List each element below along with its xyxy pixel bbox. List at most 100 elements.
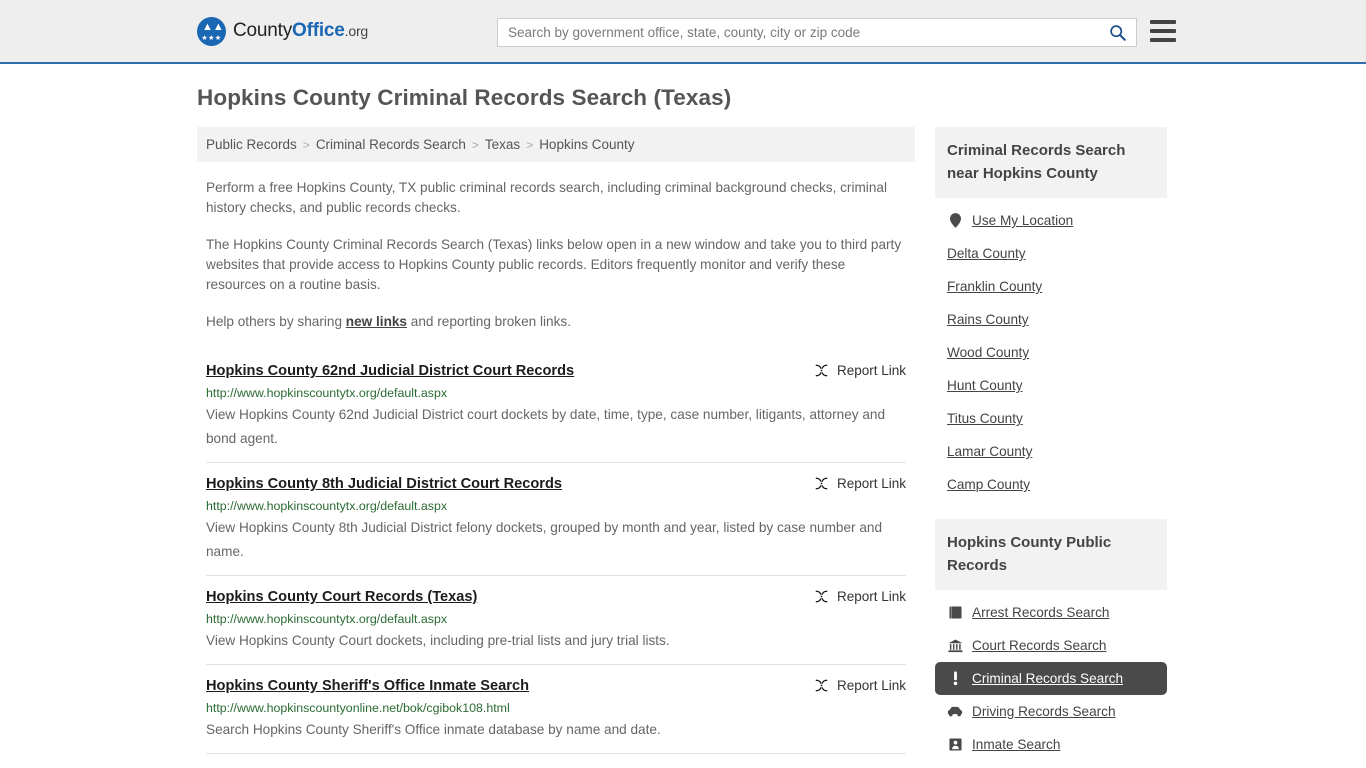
record-link-title[interactable]: Hopkins County 8th Judicial District Cou… bbox=[206, 475, 562, 493]
search-button[interactable] bbox=[1098, 19, 1136, 46]
breadcrumb-separator: > bbox=[526, 137, 534, 152]
record-link-description: View Hopkins County Court dockets, inclu… bbox=[206, 633, 670, 648]
sidebar-item-label: Franklin County bbox=[947, 279, 1043, 294]
sidebar-item-label: Titus County bbox=[947, 411, 1023, 426]
intro-paragraph-3: Help others by sharing new links and rep… bbox=[206, 312, 906, 332]
sidebar-item-label: Court Records Search bbox=[972, 638, 1107, 653]
search-icon bbox=[1109, 25, 1126, 41]
sidebar-nearby-heading: Criminal Records Search near Hopkins Cou… bbox=[935, 127, 1167, 198]
broken-link-icon bbox=[815, 679, 828, 692]
breadcrumb: Public Records > Criminal Records Search… bbox=[197, 127, 915, 162]
record-link-url: http://www.hopkinscountytx.org/default.a… bbox=[206, 386, 448, 400]
page-title: Hopkins County Criminal Records Search (… bbox=[197, 85, 732, 110]
intro-paragraph-2: The Hopkins County Criminal Records Sear… bbox=[206, 237, 902, 292]
brand-name-tld: .org bbox=[344, 23, 369, 39]
search-input[interactable] bbox=[498, 19, 1098, 46]
record-link-title[interactable]: Hopkins County 62nd Judicial District Co… bbox=[206, 362, 574, 380]
hamburger-menu-button[interactable] bbox=[1150, 20, 1176, 42]
record-link-url: http://www.hopkinscountyonline.net/bok/c… bbox=[206, 701, 510, 715]
breadcrumb-item-public-records[interactable]: Public Records bbox=[206, 137, 297, 152]
sidebar-item-label: Hunt County bbox=[947, 378, 1023, 393]
hamburger-bar bbox=[1150, 29, 1176, 33]
breadcrumb-item-criminal-records-search[interactable]: Criminal Records Search bbox=[316, 137, 466, 152]
courthouse-icon bbox=[947, 638, 963, 653]
book-icon bbox=[947, 606, 963, 619]
brand-name-county: County bbox=[233, 20, 293, 41]
sidebar-item-label: Camp County bbox=[947, 477, 1031, 492]
sidebar-item-label: Rains County bbox=[947, 312, 1029, 327]
record-link-url: http://www.hopkinscountytx.org/default.a… bbox=[206, 499, 448, 513]
sidebar-item-titus-county[interactable]: Titus County bbox=[935, 402, 1167, 435]
record-link-url: http://www.hopkinscountytx.org/default.a… bbox=[206, 612, 448, 626]
sidebar-item-wood-county[interactable]: Wood County bbox=[935, 336, 1167, 369]
breadcrumb-item-texas[interactable]: Texas bbox=[485, 137, 520, 152]
record-link-description: View Hopkins County 8th Judicial Distric… bbox=[206, 520, 883, 559]
sidebar-nearby-links: Use My Location Delta County Franklin Co… bbox=[935, 198, 1167, 501]
breadcrumb-item-hopkins-county: Hopkins County bbox=[539, 137, 635, 152]
list-item: Hopkins County 62nd Judicial District Co… bbox=[206, 350, 906, 462]
car-icon bbox=[947, 706, 963, 717]
records-link-list: Hopkins County 62nd Judicial District Co… bbox=[197, 350, 915, 768]
sidebar-public-records-links: Arrest Records Search Court Records Sear… bbox=[935, 590, 1167, 761]
sidebar-item-label: Lamar County bbox=[947, 444, 1033, 459]
link-row: Hopkins County 8th Judicial District Cou… bbox=[206, 475, 906, 493]
breadcrumb-separator: > bbox=[471, 137, 479, 152]
report-link-label: Report Link bbox=[836, 678, 906, 693]
sidebar-item-label: Driving Records Search bbox=[972, 704, 1116, 719]
brand-name-office: Office bbox=[292, 20, 345, 41]
person-icon bbox=[947, 738, 963, 751]
report-link-label: Report Link bbox=[836, 363, 906, 378]
sidebar-item-camp-county[interactable]: Camp County bbox=[935, 468, 1167, 501]
sidebar-public-records-heading: Hopkins County Public Records bbox=[935, 519, 1167, 590]
breadcrumb-separator: > bbox=[302, 137, 310, 152]
sidebar-item-label: Wood County bbox=[947, 345, 1030, 360]
sidebar-item-arrest-records-search[interactable]: Arrest Records Search bbox=[935, 596, 1167, 629]
sidebar-item-court-records-search[interactable]: Court Records Search bbox=[935, 629, 1167, 662]
sidebar-item-label: Arrest Records Search bbox=[972, 605, 1110, 620]
hamburger-bar bbox=[1150, 20, 1176, 24]
link-row: Hopkins County Sheriff's Office Inmate S… bbox=[206, 677, 906, 695]
record-link-title[interactable]: Hopkins County Court Records (Texas) bbox=[206, 588, 477, 606]
broken-link-icon bbox=[815, 364, 828, 377]
list-item: Hopkins County Sheriff's Office Inmate S… bbox=[206, 664, 906, 753]
sidebar-item-lamar-county[interactable]: Lamar County bbox=[935, 435, 1167, 468]
site-header: ▲▲ ★★★ CountyOffice.org bbox=[0, 0, 1366, 64]
link-row: Hopkins County 62nd Judicial District Co… bbox=[206, 362, 906, 380]
report-link-button[interactable]: Report Link bbox=[814, 362, 906, 378]
sidebar-item-driving-records-search[interactable]: Driving Records Search bbox=[935, 695, 1167, 728]
list-item: Hopkins County Sheriff's Office Website … bbox=[206, 753, 906, 768]
sidebar-item-label: Use My Location bbox=[972, 213, 1074, 228]
brand-wordmark: CountyOffice.org bbox=[233, 20, 368, 42]
sidebar-item-rains-county[interactable]: Rains County bbox=[935, 303, 1167, 336]
hamburger-bar bbox=[1150, 38, 1176, 42]
sidebar-item-use-my-location[interactable]: Use My Location bbox=[935, 204, 1167, 237]
report-link-button[interactable]: Report Link bbox=[814, 588, 906, 604]
record-link-title[interactable]: Hopkins County Sheriff's Office Inmate S… bbox=[206, 677, 529, 695]
sidebar-item-inmate-search[interactable]: Inmate Search bbox=[935, 728, 1167, 761]
sidebar-item-label: Inmate Search bbox=[972, 737, 1061, 752]
sidebar-item-label: Delta County bbox=[947, 246, 1026, 261]
search-bar bbox=[497, 18, 1137, 47]
page-container: Hopkins County Criminal Records Search (… bbox=[0, 64, 1366, 768]
sidebar-item-label: Criminal Records Search bbox=[972, 671, 1124, 686]
site-logo[interactable]: ▲▲ ★★★ CountyOffice.org bbox=[197, 16, 368, 46]
new-links-link[interactable]: new links bbox=[346, 314, 407, 329]
sidebar-item-delta-county[interactable]: Delta County bbox=[935, 237, 1167, 270]
link-row: Hopkins County Court Records (Texas) Rep… bbox=[206, 588, 906, 606]
broken-link-icon bbox=[815, 477, 828, 490]
sidebar-item-hunt-county[interactable]: Hunt County bbox=[935, 369, 1167, 402]
sidebar-nearby-box: Criminal Records Search near Hopkins Cou… bbox=[935, 127, 1167, 501]
main-column: Public Records > Criminal Records Search… bbox=[197, 127, 915, 768]
list-item: Hopkins County Court Records (Texas) Rep… bbox=[206, 575, 906, 664]
sidebar-item-criminal-records-search[interactable]: Criminal Records Search bbox=[935, 662, 1167, 695]
broken-link-icon bbox=[815, 590, 828, 603]
countyoffice-eagle-logo-icon: ▲▲ ★★★ bbox=[197, 16, 226, 46]
record-link-description: Search Hopkins County Sheriff's Office i… bbox=[206, 722, 661, 737]
sidebar: Criminal Records Search near Hopkins Cou… bbox=[935, 127, 1167, 768]
sidebar-item-franklin-county[interactable]: Franklin County bbox=[935, 270, 1167, 303]
intro-p3-after: and reporting broken links. bbox=[407, 314, 571, 329]
map-pin-icon bbox=[947, 213, 963, 228]
intro-p3-before: Help others by sharing bbox=[206, 314, 346, 329]
report-link-button[interactable]: Report Link bbox=[814, 475, 906, 491]
report-link-button[interactable]: Report Link bbox=[814, 677, 906, 693]
